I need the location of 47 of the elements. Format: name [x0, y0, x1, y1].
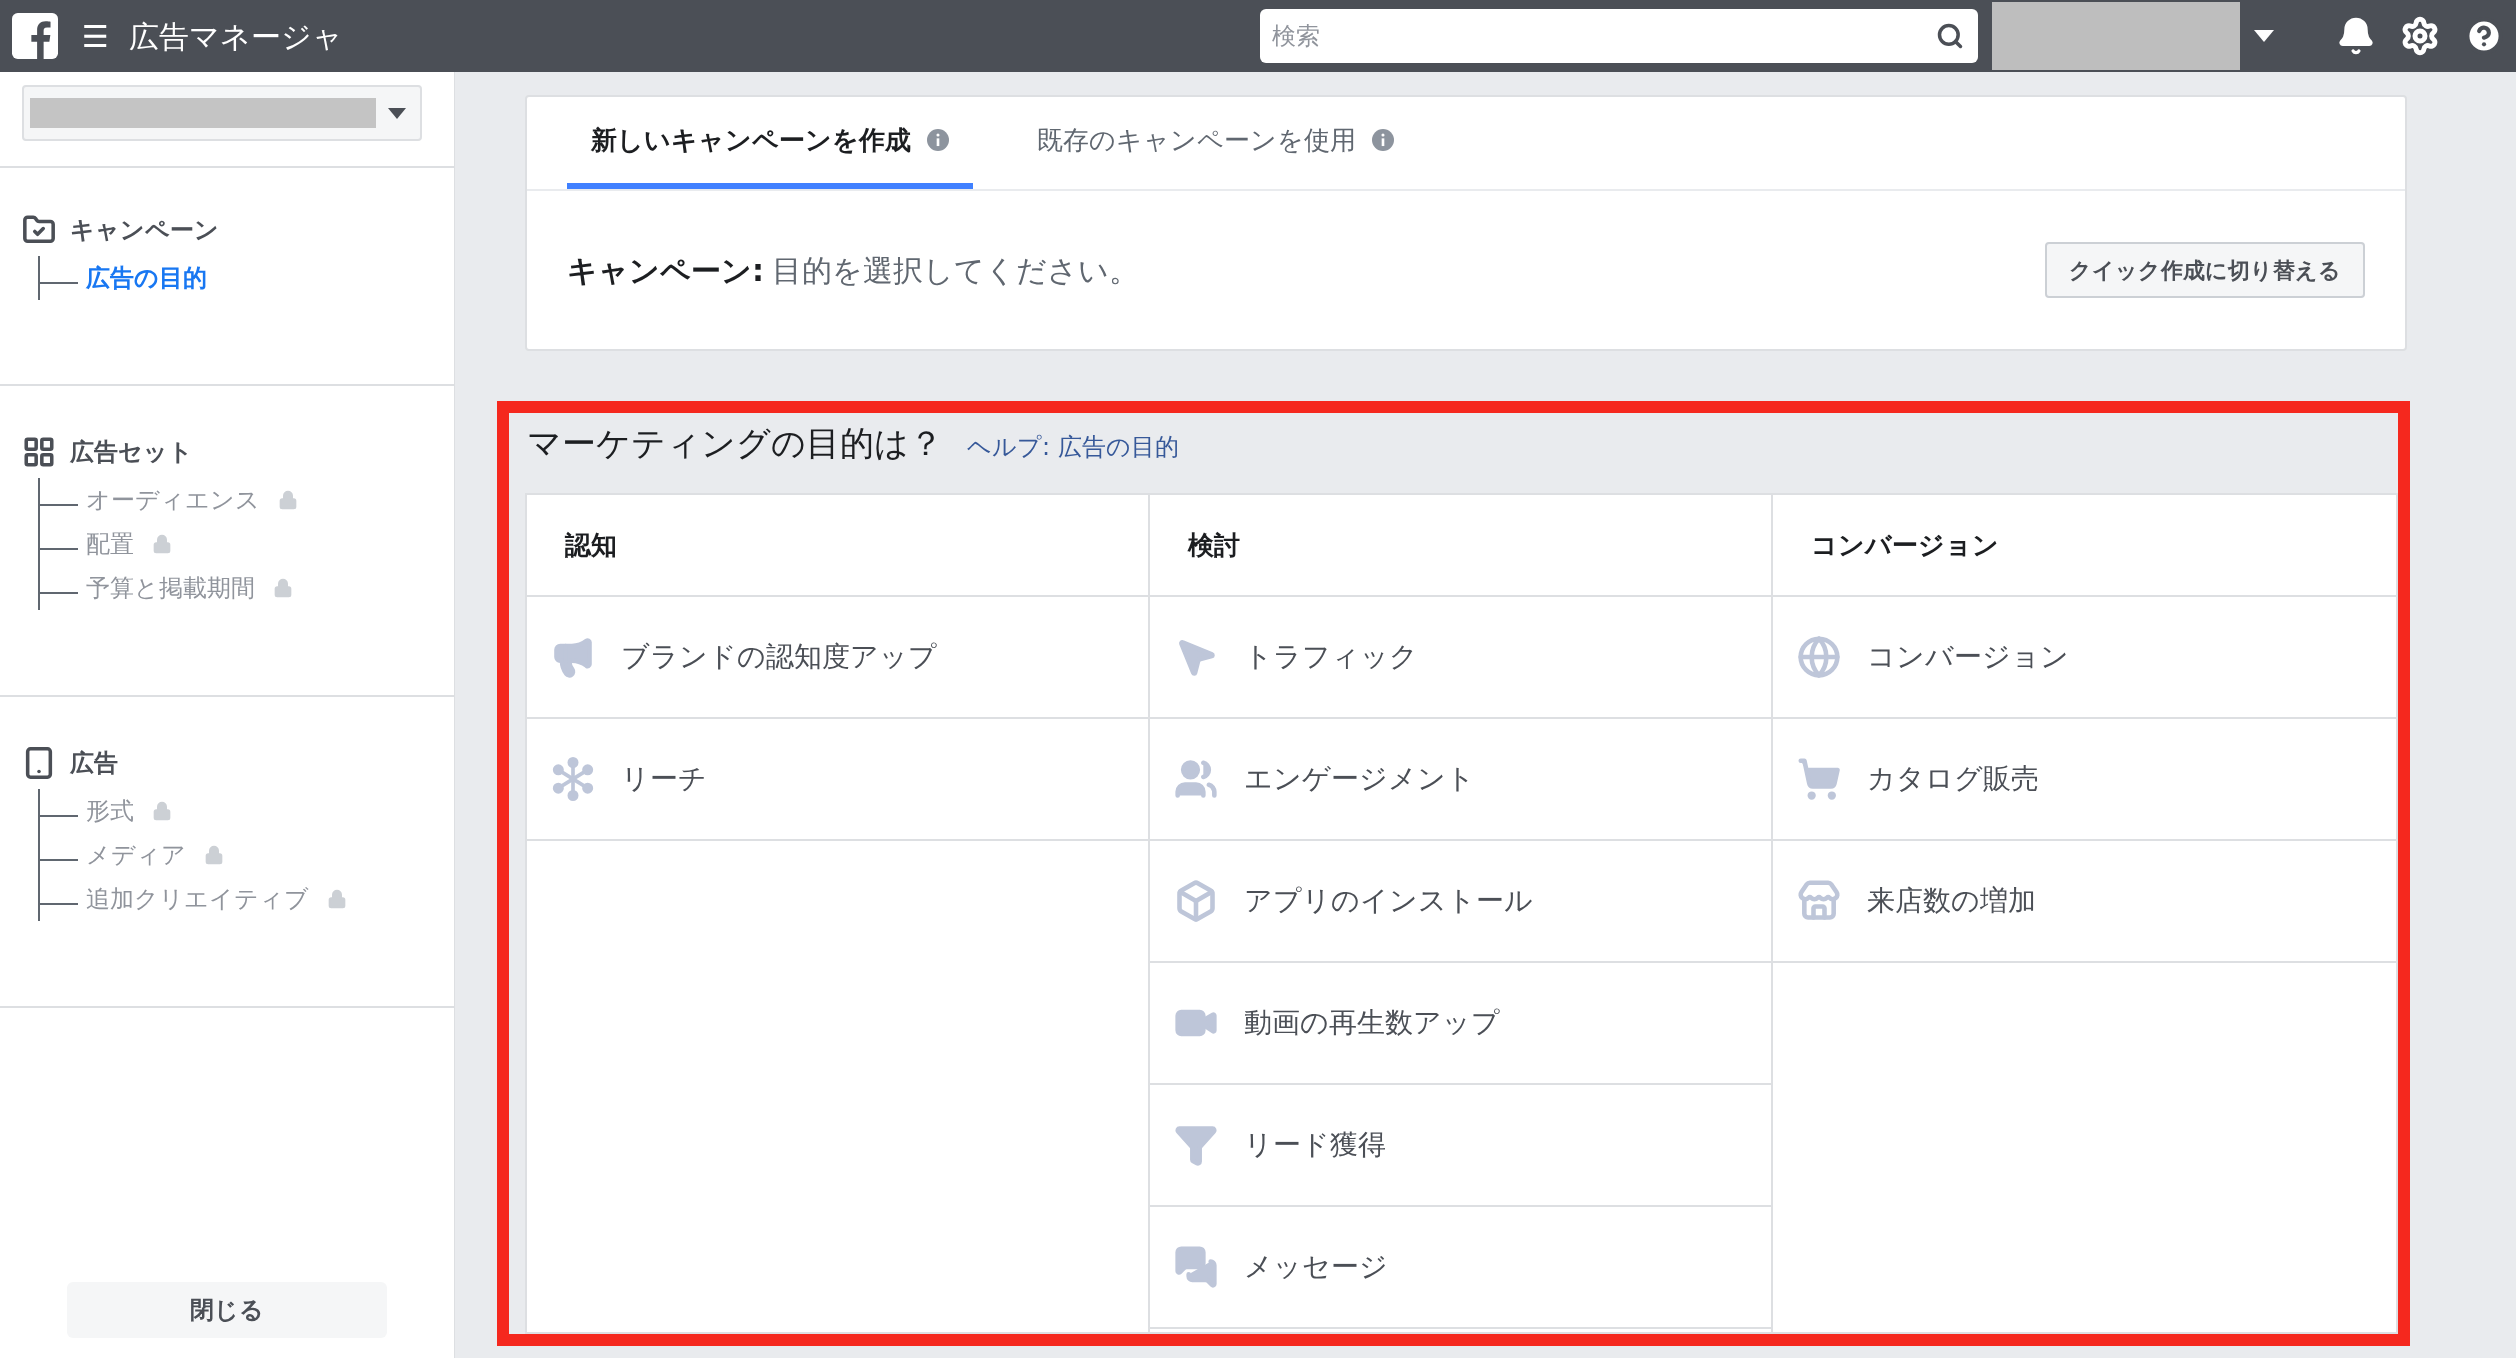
step-link[interactable]: 広告の目的 — [86, 260, 207, 296]
objective-option[interactable]: ブランドの認知度アップ — [527, 597, 1148, 719]
info-icon — [927, 129, 949, 151]
store-icon — [1797, 879, 1841, 923]
close-button[interactable]: 閉じる — [67, 1282, 387, 1338]
section-title: 広告セット — [70, 437, 193, 468]
objective-option[interactable]: コンバージョン — [1773, 597, 2396, 719]
column-heading: 認知 — [565, 528, 617, 562]
campaign-status: 目的を選択してください。 — [772, 251, 1139, 290]
objective-option[interactable]: カタログ販売 — [1773, 719, 2396, 841]
caret-icon[interactable] — [2254, 30, 2274, 42]
section-title: 広告 — [70, 748, 118, 779]
network-icon — [551, 757, 595, 801]
tab[interactable]: 既存のキャンペーンを使用 — [1013, 97, 1418, 189]
menu-icon[interactable]: ☰ — [82, 13, 109, 59]
campaign-label: キャンペーン: — [567, 251, 764, 290]
search-field[interactable]: 検索 — [1260, 9, 1978, 63]
app-title: 広告マネージャ — [128, 17, 343, 56]
section-heading: マーケティングの目的は？ — [527, 422, 943, 465]
objective-option[interactable]: リーチ — [527, 719, 1148, 841]
quick-create-button[interactable]: クイック作成に切り替える — [2045, 242, 2365, 298]
objective-option[interactable]: トラフィック — [1150, 597, 1771, 719]
column-heading: 検討 — [1188, 528, 1240, 562]
help-link[interactable]: ヘルプ: 広告の目的 — [967, 429, 1179, 465]
column-heading: コンバージョン — [1811, 528, 1999, 562]
objective-option[interactable]: エンゲージメント — [1150, 719, 1771, 841]
objective-option[interactable]: メッセージ — [1150, 1207, 1771, 1329]
objective-option[interactable]: リード獲得 — [1150, 1085, 1771, 1207]
objective-option[interactable]: 来店数の増加 — [1773, 841, 2396, 963]
logo-icon — [12, 13, 58, 59]
shopping-cart-icon — [1797, 757, 1841, 801]
chat-bubbles-icon — [1174, 1245, 1218, 1289]
search-icon — [1936, 22, 1964, 50]
objective-option[interactable]: 動画の再生数アップ — [1150, 963, 1771, 1085]
grid-icon — [22, 435, 56, 469]
megaphone-icon — [551, 635, 595, 679]
funnel-icon — [1174, 1123, 1218, 1167]
cube-icon — [1174, 879, 1218, 923]
people-icon — [1174, 757, 1218, 801]
bell-icon[interactable] — [2336, 16, 2376, 56]
globe-icon — [1797, 635, 1841, 679]
info-icon — [1372, 129, 1394, 151]
objective-option[interactable]: アプリのインストール — [1150, 841, 1771, 963]
caret-icon — [388, 107, 406, 119]
section-title: キャンペーン — [70, 215, 219, 246]
settings-icon[interactable] — [2400, 16, 2440, 56]
tab[interactable]: 新しいキャンペーンを作成 — [567, 97, 973, 189]
